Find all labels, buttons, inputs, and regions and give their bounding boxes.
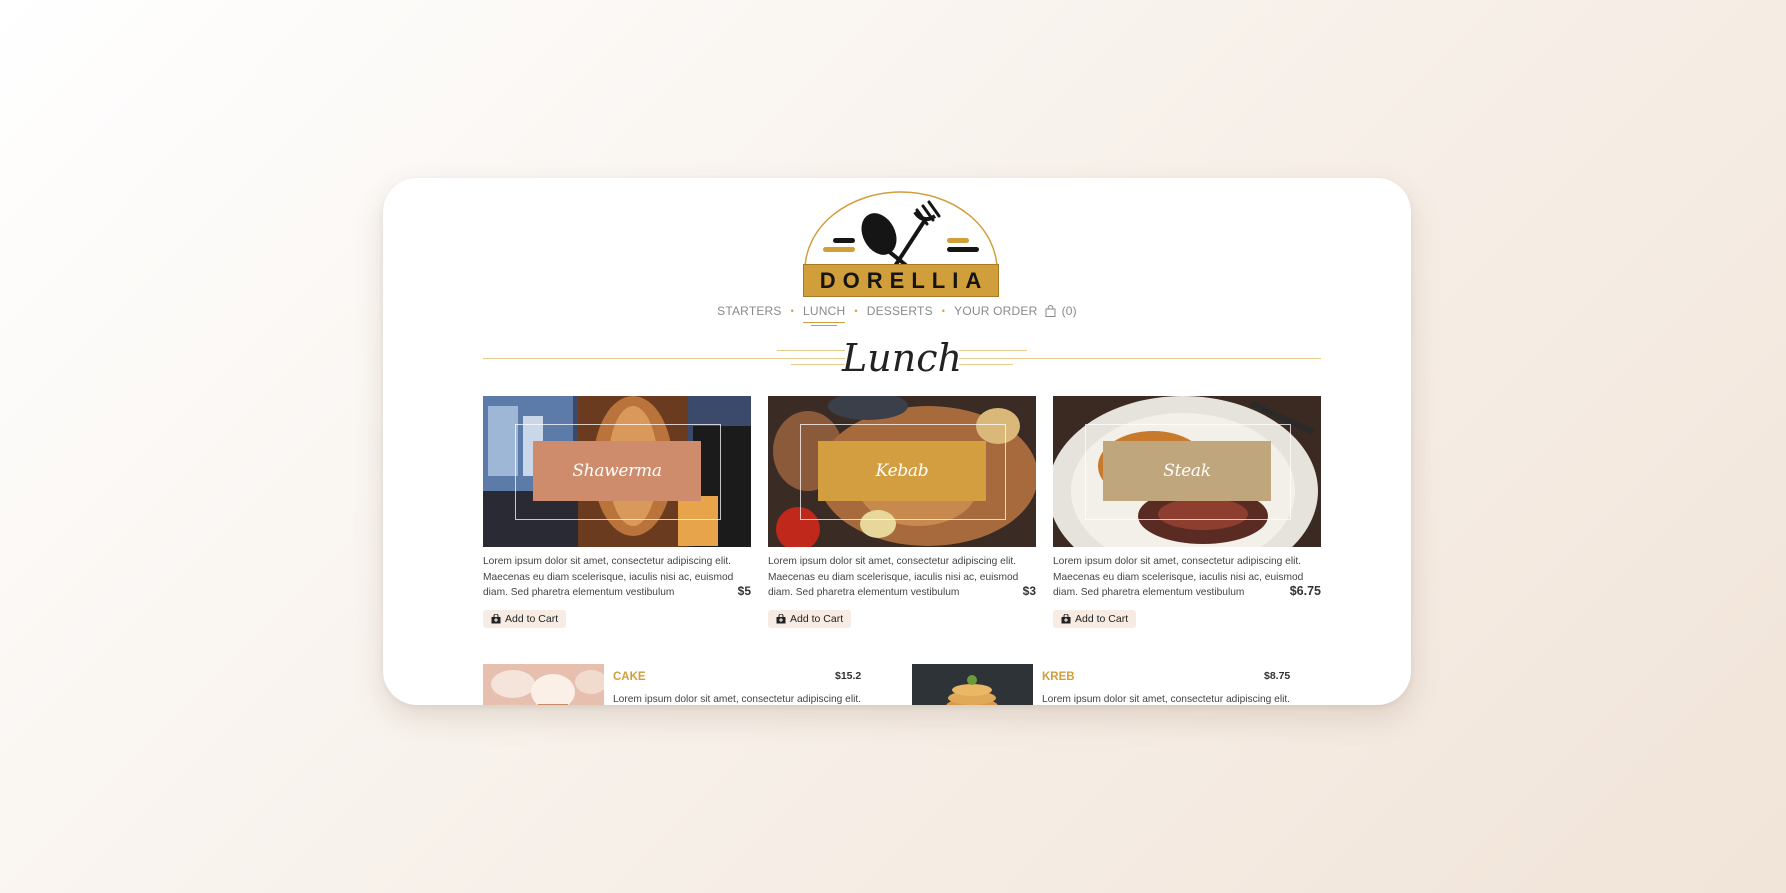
- cart-bag-icon: [491, 613, 501, 623]
- menu-item-name: Steak: [1103, 441, 1271, 501]
- nav-separator: •: [854, 306, 858, 316]
- order-count: (0): [1061, 304, 1077, 318]
- nav-item-lunch[interactable]: LUNCH: [799, 304, 849, 326]
- list-item[interactable]: KREB $8.75 Lorem ipsum dolor sit amet, c…: [912, 664, 1292, 705]
- list-item-price: $15.2: [835, 670, 862, 682]
- add-to-cart-label: Add to Cart: [790, 612, 844, 625]
- add-to-cart-button[interactable]: Add to Cart: [1053, 609, 1137, 628]
- add-to-cart-label: Add to Cart: [1075, 612, 1129, 625]
- section-header: Lunch: [483, 336, 1321, 384]
- menu-item-name: Shawerma: [533, 441, 701, 501]
- section-title: Lunch: [842, 336, 962, 380]
- menu-item-price: $5: [737, 584, 751, 598]
- nav-separator: •: [790, 306, 794, 316]
- nav-item-starters[interactable]: STARTERS: [713, 304, 786, 318]
- main-nav: STARTERS • LUNCH • DESSERTS • YOUR ORDER…: [383, 304, 1411, 326]
- menu-item-price: $3: [1022, 584, 1036, 598]
- your-order-label: YOUR ORDER: [954, 304, 1038, 318]
- shopping-bag-icon: [1045, 305, 1056, 317]
- cake-photo: [483, 664, 604, 705]
- menu-item-card: Shawerma Lorem ipsum dolor sit amet, con…: [483, 396, 751, 629]
- menu-item-price: $6.75: [1289, 584, 1321, 598]
- list-item-name: KREB: [1042, 671, 1075, 683]
- list-item-image: [912, 664, 1033, 705]
- cart-bag-icon: [776, 613, 786, 623]
- menu-card: DORELLIA STARTERS • LUNCH • DESSERTS • Y…: [383, 178, 1411, 705]
- menu-item-desc: Lorem ipsum dolor sit amet, consectetur …: [483, 554, 735, 601]
- menu-item-card: Steak Lorem ipsum dolor sit amet, consec…: [1053, 396, 1321, 629]
- add-to-cart-label: Add to Cart: [505, 612, 559, 625]
- brand-name: DORELLIA: [803, 264, 999, 297]
- cart-bag-icon: [1061, 613, 1071, 623]
- desc-text: Lorem ipsum dolor sit amet, consectetur …: [768, 556, 1019, 598]
- menu-item-desc: Lorem ipsum dolor sit amet, consectetur …: [768, 554, 1020, 601]
- add-to-cart-button[interactable]: Add to Cart: [483, 609, 567, 628]
- nav-item-desserts[interactable]: DESSERTS: [863, 304, 937, 318]
- list-item[interactable]: CAKE $15.2 Lorem ipsum dolor sit amet, c…: [483, 664, 863, 705]
- brand-logo[interactable]: DORELLIA: [801, 190, 1001, 300]
- kreb-photo: [912, 664, 1033, 705]
- list-item-price: $8.75: [1264, 670, 1291, 682]
- desc-text: Lorem ipsum dolor sit amet, consectetur …: [483, 556, 734, 598]
- list-item-image: [483, 664, 604, 705]
- cutlery-icon: [804, 191, 998, 270]
- menu-item-image[interactable]: Steak: [1053, 396, 1321, 547]
- nav-separator: •: [941, 306, 946, 316]
- list-item-desc: Lorem ipsum dolor sit amet, consectetur …: [613, 694, 862, 705]
- list-item-name: CAKE: [613, 671, 646, 683]
- desc-text: Lorem ipsum dolor sit amet, consectetur …: [1053, 556, 1304, 598]
- add-to-cart-button[interactable]: Add to Cart: [768, 609, 852, 628]
- nav-item-your-order[interactable]: YOUR ORDER (0): [950, 304, 1081, 318]
- menu-item-desc: Lorem ipsum dolor sit amet, consectetur …: [1053, 554, 1305, 601]
- menu-item-name: Kebab: [818, 441, 986, 501]
- menu-item-image[interactable]: Kebab: [768, 396, 1036, 547]
- list-item-desc: Lorem ipsum dolor sit amet, consectetur …: [1042, 694, 1291, 705]
- menu-item-card: Kebab Lorem ipsum dolor sit amet, consec…: [768, 396, 1036, 629]
- menu-item-image[interactable]: Shawerma: [483, 396, 751, 547]
